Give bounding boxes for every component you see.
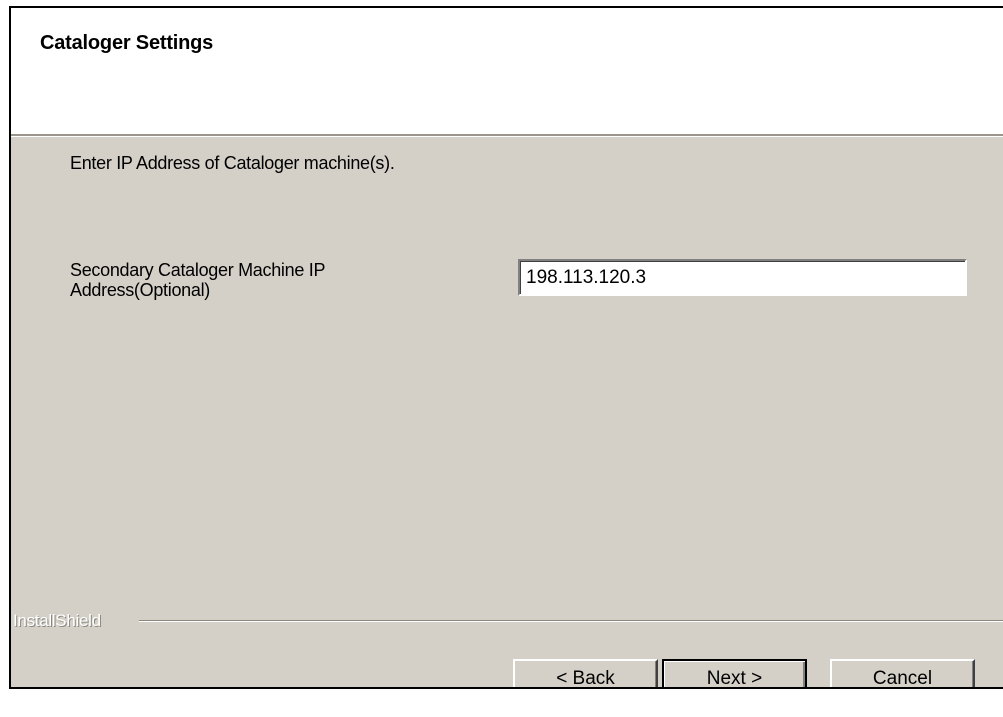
cancel-button[interactable]: Cancel xyxy=(830,659,975,687)
next-button[interactable]: Next > xyxy=(662,659,807,687)
instruction-text: Enter IP Address of Cataloger machine(s)… xyxy=(70,153,395,173)
back-button[interactable]: < Back xyxy=(513,659,658,687)
secondary-ip-label: Secondary Cataloger Machine IP Address(O… xyxy=(70,260,325,300)
header-divider-highlight xyxy=(11,136,1003,137)
dialog-header: Cataloger Settings xyxy=(11,8,1003,134)
footer-divider-highlight xyxy=(139,621,1003,622)
installshield-brand-label: InstallShield xyxy=(13,611,101,630)
page-title: Cataloger Settings xyxy=(40,32,214,54)
secondary-ip-input[interactable] xyxy=(518,259,967,296)
installer-dialog: Cataloger Settings Enter IP Address of C… xyxy=(9,6,1003,689)
